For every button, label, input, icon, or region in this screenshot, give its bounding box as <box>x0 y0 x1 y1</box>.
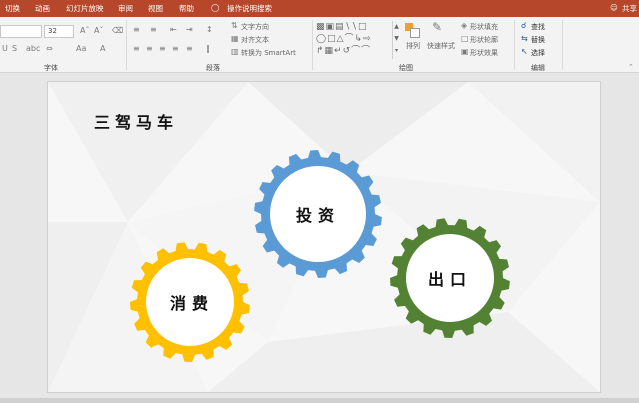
shape-effects-icon: ▣ <box>461 47 469 56</box>
clear-format-icon[interactable]: ⌫ <box>112 27 123 35</box>
find-icon: ☌ <box>521 21 527 30</box>
shapes-row-1: ▩▣▤∖∖□ <box>316 22 368 32</box>
strikethrough-icon[interactable]: S <box>12 45 17 53</box>
tab-view[interactable]: 视图 <box>148 3 163 14</box>
shape-outline-icon: □ <box>461 34 469 43</box>
gear-label-export: 出口 <box>427 270 473 289</box>
shape-outline-button[interactable]: 形状轮廓 <box>470 35 498 45</box>
tab-transitions[interactable]: 切换 <box>5 3 20 14</box>
quick-styles-icon[interactable]: ✎ <box>432 21 442 33</box>
ribbon-tab-bar: 切换 动画 幻灯片放映 审阅 视图 帮助 ◯ 操作说明搜索 ☺ 共享 <box>0 0 639 17</box>
align-text-icon: ▦ <box>231 34 239 43</box>
gears-layer <box>130 150 510 362</box>
replace-icon: ⇆ <box>521 34 528 43</box>
person-icon: ☺ <box>610 3 618 12</box>
shape-fill-icon: ◈ <box>461 21 468 30</box>
convert-smartart-button[interactable]: 转换为 SmartArt <box>241 48 296 58</box>
tab-animations[interactable]: 动画 <box>35 3 50 14</box>
columns-icon[interactable]: ‖ <box>206 45 210 53</box>
group-label-font: 字体 <box>44 64 58 72</box>
shapes-row-2: ◯□△⌒↳⇨ <box>316 34 372 44</box>
share-button[interactable]: 共享 <box>622 3 637 14</box>
increase-font-icon[interactable]: Aˆ <box>80 27 89 35</box>
arrange-icon[interactable] <box>405 23 420 38</box>
shapes-row-3: ↱▦↵↺⌒⌒ <box>316 46 372 56</box>
numbering-icon[interactable]: ≡ <box>150 26 157 34</box>
bold-icon[interactable]: U <box>2 45 8 53</box>
shapes-gallery[interactable]: ▩▣▤∖∖□ ◯□△⌒↳⇨ ↱▦↵↺⌒⌒ <box>316 21 392 59</box>
group-label-editing: 编辑 <box>531 64 545 72</box>
select-button[interactable]: 选择 <box>531 48 545 58</box>
quick-styles-button[interactable]: 快速样式 <box>427 41 455 51</box>
find-button[interactable]: 查找 <box>531 22 545 32</box>
text-direction-button[interactable]: 文字方向 <box>241 22 269 32</box>
align-left-icon[interactable]: ≡ <box>133 45 140 53</box>
text-direction-icon: ⇅ <box>231 21 238 30</box>
shape-effects-button[interactable]: 形状效果 <box>470 48 498 58</box>
arrange-button[interactable]: 排列 <box>406 41 420 51</box>
shape-fill-button[interactable]: 形状填充 <box>470 22 498 32</box>
align-center-icon[interactable]: ≡ <box>146 45 153 53</box>
justify-icon[interactable]: ≡ <box>172 45 179 53</box>
tab-review[interactable]: 审阅 <box>118 3 133 14</box>
font-size-box[interactable]: 32 <box>44 25 74 38</box>
slide-canvas[interactable]: 三驾马车 投资 消费 出口 <box>47 81 601 393</box>
group-separator <box>514 20 515 70</box>
char-spacing-icon[interactable]: abc <box>26 45 40 53</box>
align-text-button[interactable]: 对齐文本 <box>241 35 269 45</box>
tell-me-search[interactable]: 操作说明搜索 <box>227 3 272 14</box>
align-right-icon[interactable]: ≡ <box>159 45 166 53</box>
ribbon: 32 Aˆ Aˇ ⌫ U S abc ⇔ Aa A 字体 ≡ ≡ ⇤ ⇥ ↕ ≡… <box>0 17 639 73</box>
gear-label-consumption: 消费 <box>169 294 215 313</box>
group-label-paragraph: 段落 <box>206 64 220 72</box>
group-label-drawing: 绘图 <box>399 64 413 72</box>
font-name-box[interactable] <box>0 25 42 38</box>
bullets-icon[interactable]: ≡ <box>133 26 140 34</box>
line-spacing-icon[interactable]: ↕ <box>206 26 213 34</box>
smartart-icon: ▥ <box>231 47 239 56</box>
font-color-icon[interactable]: A <box>100 45 105 53</box>
increase-indent-icon[interactable]: ⇥ <box>186 26 193 34</box>
group-separator <box>126 20 127 70</box>
tab-slideshow[interactable]: 幻灯片放映 <box>66 3 104 14</box>
font-case-icon[interactable]: Aa <box>76 45 86 53</box>
group-separator <box>312 20 313 70</box>
lightbulb-icon: ◯ <box>211 3 220 12</box>
select-icon: ↖ <box>521 47 528 56</box>
replace-button[interactable]: 替换 <box>531 35 545 45</box>
decrease-indent-icon[interactable]: ⇤ <box>170 26 177 34</box>
gear-label-investment: 投资 <box>295 206 341 225</box>
decrease-font-icon[interactable]: Aˇ <box>94 27 103 35</box>
change-case-icon[interactable]: ⇔ <box>46 45 53 53</box>
shapes-scroll[interactable]: ▲ ▼ ▾ <box>392 21 400 59</box>
tab-help[interactable]: 帮助 <box>179 3 194 14</box>
group-separator <box>562 20 563 70</box>
distribute-icon[interactable]: ≡ <box>186 45 193 53</box>
font-size-value: 32 <box>48 27 57 35</box>
collapse-ribbon-icon[interactable]: ⌃ <box>628 63 634 71</box>
status-strip <box>0 398 639 403</box>
